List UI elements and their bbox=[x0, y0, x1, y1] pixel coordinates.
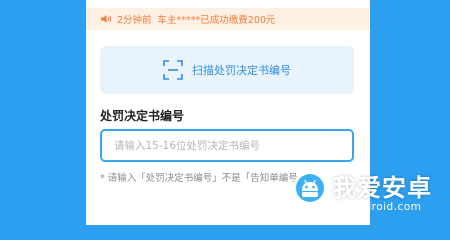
watermark-domain: 52android.com bbox=[336, 201, 422, 213]
decision-number-input[interactable] bbox=[100, 129, 354, 162]
scan-button-label: 扫描处罚决定书编号 bbox=[192, 64, 291, 77]
android-logo-icon bbox=[293, 171, 327, 205]
watermark: 我爱安卓 52android.com bbox=[292, 166, 450, 222]
scan-decision-number-button[interactable]: 扫描处罚决定书编号 bbox=[100, 46, 354, 94]
scan-frame-icon bbox=[163, 60, 183, 80]
speaker-icon bbox=[101, 15, 112, 23]
section-title: 处罚决定书编号 bbox=[100, 109, 185, 123]
notice-message: 车主*****已成功缴费200元 bbox=[157, 15, 276, 26]
watermark-title: 我爱安卓 bbox=[332, 174, 432, 202]
input-hint: * 请输入「处罚决定书编号」不是「告知单编号」 bbox=[100, 173, 308, 184]
payment-notice-banner: 2分钟前 车主*****已成功缴费200元 bbox=[86, 8, 370, 30]
notice-time: 2分钟前 bbox=[117, 15, 152, 26]
